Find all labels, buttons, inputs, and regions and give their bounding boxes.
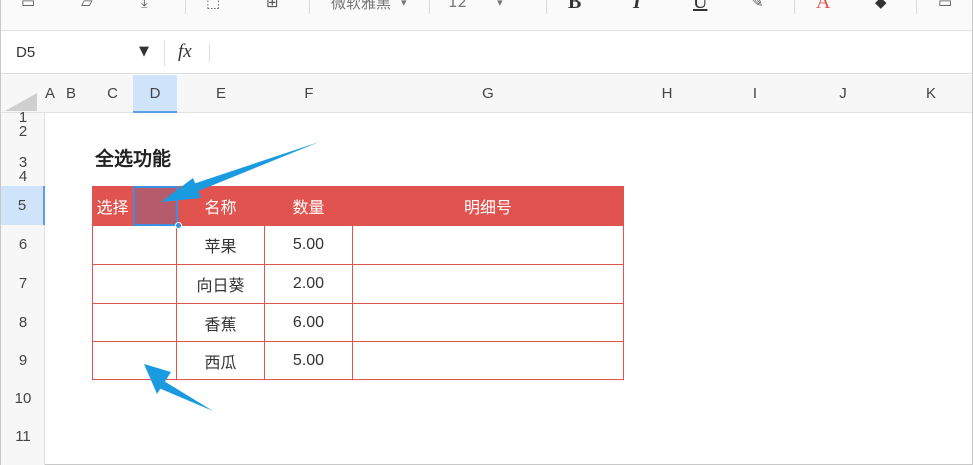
column-header-f[interactable]: F xyxy=(265,75,353,113)
name-cell[interactable]: 苹果 xyxy=(177,226,265,265)
chevron-down-icon: ▾ xyxy=(497,0,503,9)
column-header-b[interactable]: B xyxy=(61,75,81,113)
row-header-9[interactable]: 9 xyxy=(1,341,45,380)
font-family-select[interactable]: 微软雅黑 ▾ xyxy=(331,0,407,12)
detail-cell[interactable] xyxy=(353,342,624,380)
select-all-corner[interactable] xyxy=(1,75,45,113)
font-size-value: 12 xyxy=(448,0,468,11)
fill-color-icon[interactable]: ◆ xyxy=(875,0,887,12)
column-header-e[interactable]: E xyxy=(177,75,265,113)
detail-cell[interactable] xyxy=(353,226,624,265)
format-painter-icon[interactable]: ✎ xyxy=(751,0,764,12)
download-icon[interactable]: ⤓ xyxy=(141,0,148,12)
detail-cell[interactable] xyxy=(353,265,624,304)
row-header-4[interactable]: 4 xyxy=(1,167,45,187)
name-cell[interactable]: 西瓜 xyxy=(177,342,265,380)
cell-reference-box[interactable]: D5 xyxy=(16,44,35,61)
formula-bar: D5 ▼ fx xyxy=(1,32,972,74)
column-header-c[interactable]: C xyxy=(92,75,133,113)
column-header-bar: A B C D E F G H I J K xyxy=(1,75,972,113)
chevron-down-icon: ▾ xyxy=(401,0,407,9)
font-color-button[interactable]: A xyxy=(816,0,830,14)
quantity-cell[interactable]: 5.00 xyxy=(265,226,353,265)
column-header-a[interactable]: A xyxy=(43,75,57,113)
function-button[interactable]: fx xyxy=(178,41,192,63)
row-header-6[interactable]: 6 xyxy=(1,225,45,264)
header-cell-select[interactable]: 选择 xyxy=(92,186,133,226)
header-cell-name[interactable]: 名称 xyxy=(177,186,265,226)
row-header-7[interactable]: 7 xyxy=(1,264,45,303)
select-cell[interactable] xyxy=(92,226,177,265)
column-header-i[interactable]: I xyxy=(711,75,799,113)
header-cell-detail-number[interactable]: 明细号 xyxy=(353,186,624,226)
fill-handle[interactable] xyxy=(175,222,182,229)
row-header-8[interactable]: 8 xyxy=(1,303,45,342)
row-header-2[interactable]: 2 xyxy=(1,123,45,141)
sheet-title[interactable]: 全选功能 xyxy=(95,144,171,171)
quantity-cell[interactable]: 2.00 xyxy=(265,265,353,304)
toolbar: ▭ ▱ ⤓ ⬚ ⊞ 微软雅黑 ▾ 12 ▾ B I U ✎ A ◆ ▭ xyxy=(1,0,972,31)
row-header-1[interactable]: 1 xyxy=(1,110,45,125)
save-icon[interactable]: ▭ xyxy=(21,0,35,12)
chevron-down-icon[interactable]: ▼ xyxy=(139,44,149,59)
row-header-11[interactable]: 11 xyxy=(1,417,45,456)
select-cell[interactable] xyxy=(92,265,177,304)
underline-button[interactable]: U xyxy=(693,0,707,14)
row-header-5[interactable]: 5 xyxy=(1,186,45,225)
detail-cell[interactable] xyxy=(353,304,624,342)
quantity-cell[interactable]: 5.00 xyxy=(265,342,353,380)
name-cell[interactable]: 向日葵 xyxy=(177,265,265,304)
cell-selection-box xyxy=(133,186,178,226)
select-cell[interactable] xyxy=(92,342,177,380)
formula-input[interactable] xyxy=(217,43,957,63)
open-folder-icon[interactable]: ▱ xyxy=(81,0,93,12)
column-header-d[interactable]: D xyxy=(133,75,177,113)
font-family-value: 微软雅黑 xyxy=(331,0,392,12)
bold-button[interactable]: B xyxy=(568,0,581,14)
column-header-h[interactable]: H xyxy=(623,75,711,113)
italic-button[interactable]: I xyxy=(633,0,641,14)
more-icon[interactable]: ▭ xyxy=(938,0,952,12)
spreadsheet-window: ▭ ▱ ⤓ ⬚ ⊞ 微软雅黑 ▾ 12 ▾ B I U ✎ A ◆ ▭ D5 ▼… xyxy=(0,0,973,465)
merge-cells-icon[interactable]: ⊞ xyxy=(266,0,279,12)
select-cell[interactable] xyxy=(92,304,177,342)
quantity-cell[interactable]: 6.00 xyxy=(265,304,353,342)
header-cell-quantity[interactable]: 数量 xyxy=(265,186,353,226)
row-header-bar: 1 2 3 4 5 6 7 8 9 10 11 xyxy=(1,110,45,465)
font-size-select[interactable]: 12 ▾ xyxy=(448,0,503,12)
border-icon[interactable]: ⬚ xyxy=(206,0,220,12)
row-header-10[interactable]: 10 xyxy=(1,379,45,418)
column-header-j[interactable]: J xyxy=(799,75,887,113)
column-header-g[interactable]: G xyxy=(353,75,623,113)
name-cell[interactable]: 香蕉 xyxy=(177,304,265,342)
column-header-k[interactable]: K xyxy=(887,75,973,113)
